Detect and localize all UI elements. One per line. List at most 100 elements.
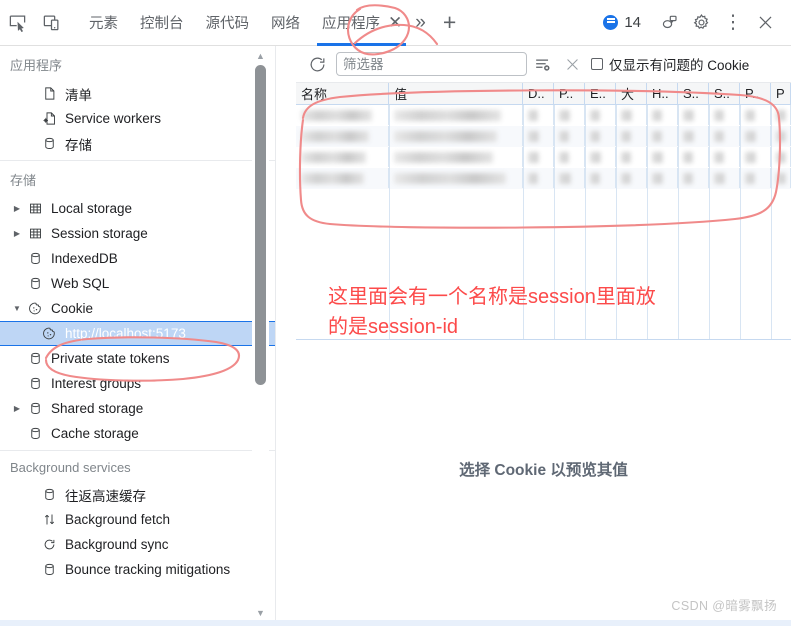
chevron-down-icon[interactable]: ▼ — [10, 304, 24, 313]
table-cell[interactable] — [585, 126, 616, 146]
table-cell[interactable] — [585, 147, 616, 167]
table-cell[interactable] — [678, 147, 709, 167]
sidebar-item[interactable]: ▶Cache storage — [0, 421, 275, 446]
table-cell[interactable] — [771, 168, 791, 188]
filter-input[interactable] — [336, 52, 527, 76]
table-cell[interactable] — [771, 126, 791, 146]
checkbox-box[interactable] — [591, 58, 603, 70]
column-header[interactable]: D.. — [523, 83, 554, 104]
sidebar-item[interactable]: ▶IndexedDB — [0, 246, 275, 271]
table-cell[interactable] — [554, 105, 585, 125]
table-cell[interactable] — [740, 147, 771, 167]
table-cell[interactable] — [616, 105, 647, 125]
customize-devtools-icon[interactable] — [653, 6, 685, 40]
table-cell[interactable] — [740, 126, 771, 146]
sidebar-item[interactable]: ▶清单 — [0, 81, 275, 106]
only-show-problematic-cookies-checkbox[interactable]: 仅显示有问题的 Cookie — [591, 54, 749, 74]
table-cell[interactable] — [647, 147, 678, 167]
table-cell[interactable] — [389, 168, 523, 188]
tab-network[interactable]: 网络 — [260, 0, 311, 46]
tab-elements[interactable]: 元素 — [78, 0, 129, 46]
table-cell[interactable] — [740, 105, 771, 125]
sidebar-item[interactable]: ▶存储 — [0, 131, 275, 156]
delete-selected-cookie-icon[interactable] — [557, 51, 587, 77]
column-header[interactable]: H.. — [647, 83, 678, 104]
device-toolbar-icon[interactable] — [34, 6, 68, 40]
tab-sources[interactable]: 源代码 — [195, 0, 261, 46]
tab-console[interactable]: 控制台 — [129, 0, 195, 46]
sidebar-item[interactable]: ▶http://localhost:5173 — [0, 321, 275, 346]
table-row[interactable] — [296, 168, 791, 189]
table-cell[interactable] — [771, 105, 791, 125]
sidebar-item[interactable]: ▶Web SQL — [0, 271, 275, 296]
sidebar-item[interactable]: ▶Private state tokens — [0, 346, 275, 371]
sidebar-item[interactable]: ▶Background fetch — [0, 507, 275, 532]
table-cell[interactable] — [523, 147, 554, 167]
table-cell[interactable] — [647, 105, 678, 125]
table-cell[interactable] — [709, 126, 740, 146]
close-devtools-icon[interactable] — [749, 6, 781, 40]
table-cell[interactable] — [389, 105, 523, 125]
table-cell[interactable] — [678, 168, 709, 188]
table-cell[interactable] — [709, 147, 740, 167]
table-cell[interactable] — [709, 168, 740, 188]
more-options-icon[interactable]: ⋮ — [717, 6, 749, 40]
table-row[interactable] — [296, 105, 791, 126]
table-cell[interactable] — [296, 105, 389, 125]
table-cell[interactable] — [740, 168, 771, 188]
sidebar-item[interactable]: ▶Service workers — [0, 106, 275, 131]
table-cell[interactable] — [585, 168, 616, 188]
tab-application[interactable]: 应用程序 ✕ — [311, 0, 408, 46]
sidebar-item[interactable]: ▶Background sync — [0, 532, 275, 557]
sidebar-scrollbar[interactable]: ▲ ▼ — [252, 46, 269, 626]
table-cell[interactable] — [554, 168, 585, 188]
table-row[interactable] — [296, 126, 791, 147]
close-icon[interactable]: ✕ — [388, 14, 402, 31]
gear-icon[interactable] — [685, 6, 717, 40]
column-header[interactable]: 值 — [389, 83, 523, 104]
table-row[interactable] — [296, 147, 791, 168]
table-cell[interactable] — [616, 126, 647, 146]
sidebar-item[interactable]: ▶ Shared storage — [0, 396, 275, 421]
table-cell[interactable] — [554, 126, 585, 146]
column-header[interactable]: 名称 — [296, 83, 389, 104]
table-cell[interactable] — [296, 126, 389, 146]
inspect-element-icon[interactable] — [0, 6, 34, 40]
sidebar-item[interactable]: ▼ Cookie — [0, 296, 275, 321]
table-cell[interactable] — [389, 147, 523, 167]
table-cell[interactable] — [554, 147, 585, 167]
column-header[interactable]: P — [771, 83, 791, 104]
sidebar-item[interactable]: ▶Bounce tracking mitigations — [0, 557, 275, 582]
clear-all-cookies-icon[interactable] — [527, 51, 557, 77]
table-cell[interactable] — [585, 105, 616, 125]
chevron-right-icon[interactable]: ▶ — [10, 229, 24, 238]
chevron-right-icon[interactable]: ▶ — [10, 204, 24, 213]
new-tab-icon[interactable]: + — [433, 11, 466, 34]
sidebar-item[interactable]: ▶往返高速缓存 — [0, 482, 275, 507]
table-cell[interactable] — [616, 147, 647, 167]
table-cell[interactable] — [296, 168, 389, 188]
table-cell[interactable] — [771, 147, 791, 167]
column-header[interactable]: P.. — [554, 83, 585, 104]
message-badge[interactable]: 14 — [603, 14, 641, 31]
table-cell[interactable] — [389, 126, 523, 146]
table-cell[interactable] — [647, 168, 678, 188]
more-tabs-icon[interactable]: » — [408, 13, 433, 32]
scroll-up-icon[interactable]: ▲ — [253, 48, 268, 63]
table-cell[interactable] — [523, 168, 554, 188]
column-header[interactable]: S.. — [678, 83, 709, 104]
table-cell[interactable] — [709, 105, 740, 125]
table-cell[interactable] — [523, 105, 554, 125]
column-header[interactable]: E.. — [585, 83, 616, 104]
table-cell[interactable] — [616, 168, 647, 188]
table-cell[interactable] — [296, 147, 389, 167]
scroll-down-icon[interactable]: ▼ — [253, 605, 268, 620]
table-cell[interactable] — [523, 126, 554, 146]
sidebar-item[interactable]: ▶Interest groups — [0, 371, 275, 396]
sidebar-item[interactable]: ▶ Session storage — [0, 221, 275, 246]
table-cell[interactable] — [678, 105, 709, 125]
table-cell[interactable] — [647, 126, 678, 146]
scrollbar-thumb[interactable] — [255, 65, 266, 385]
table-cell[interactable] — [678, 126, 709, 146]
chevron-right-icon[interactable]: ▶ — [10, 404, 24, 413]
